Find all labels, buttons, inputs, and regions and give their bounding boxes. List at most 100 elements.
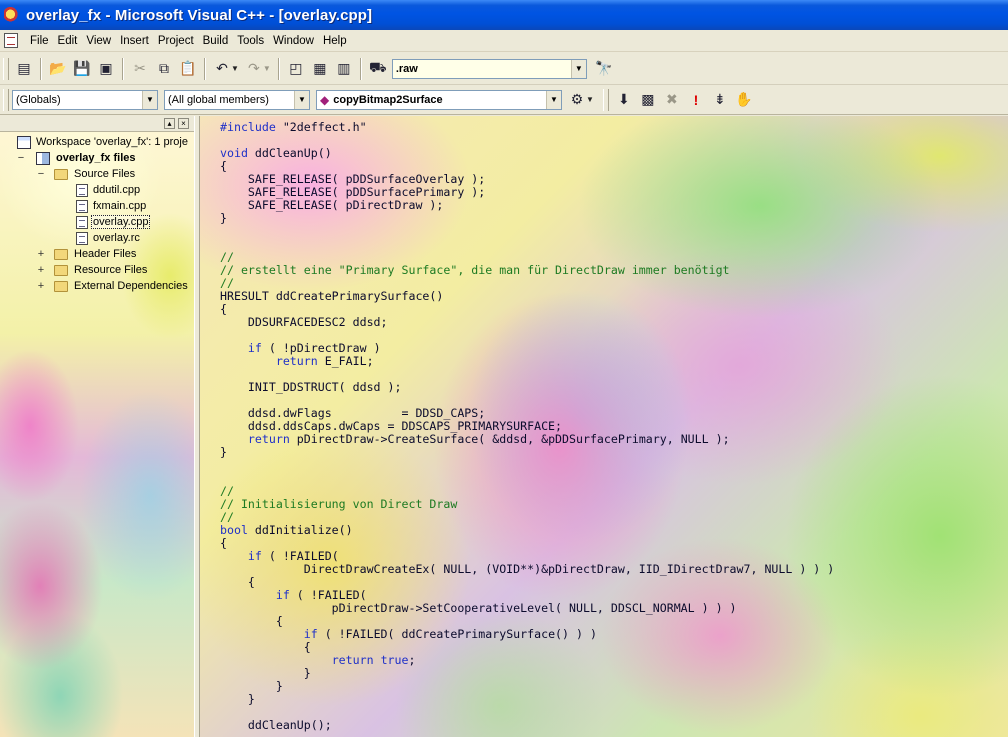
collapse-icon[interactable]: − bbox=[36, 168, 46, 180]
members-combo[interactable]: ◆ copyBitmap2Surface ▼ bbox=[316, 89, 562, 110]
code-line[interactable]: DDSURFACEDESC2 ddsd; bbox=[220, 315, 388, 329]
wizard-action-dropdown-icon[interactable]: ▼ bbox=[586, 95, 594, 104]
code-line[interactable]: { bbox=[220, 640, 311, 654]
code-line[interactable]: { bbox=[220, 302, 227, 316]
find-in-files-icon[interactable]: ⛟ bbox=[367, 58, 389, 80]
go-icon[interactable]: ⇟ bbox=[709, 89, 731, 111]
tree-file-overlay-cpp[interactable]: overlay.cpp bbox=[0, 214, 194, 230]
code-line[interactable]: { bbox=[220, 536, 227, 550]
output-window-icon[interactable]: ▦ bbox=[309, 58, 331, 80]
toolbar-grip[interactable] bbox=[602, 88, 609, 111]
open-folder-icon[interactable]: 📂 bbox=[47, 58, 69, 80]
minimize-pane-icon[interactable]: ▴ bbox=[164, 118, 175, 129]
menu-build[interactable]: Build bbox=[199, 33, 234, 49]
expand-icon[interactable]: + bbox=[36, 248, 46, 260]
paste-icon[interactable]: 📋 bbox=[177, 58, 199, 80]
menu-edit[interactable]: Edit bbox=[54, 33, 83, 49]
chevron-down-icon[interactable]: ▼ bbox=[142, 90, 157, 109]
code-line[interactable]: // Initialisierung von Direct Draw bbox=[220, 497, 457, 511]
code-line[interactable]: return true; bbox=[220, 653, 416, 667]
chevron-down-icon[interactable]: ▼ bbox=[570, 59, 586, 78]
code-line[interactable]: // erstellt eine "Primary Surface", die … bbox=[220, 263, 730, 277]
code-line[interactable]: // bbox=[220, 250, 234, 264]
workspace-icon[interactable]: ▤ bbox=[13, 58, 35, 80]
menu-tools[interactable]: Tools bbox=[233, 33, 269, 49]
code-line[interactable]: SAFE_RELEASE( pDDSurfaceOverlay ); bbox=[220, 172, 485, 186]
save-all-icon[interactable]: ▣ bbox=[95, 58, 117, 80]
tree-file-ddutil[interactable]: ddutil.cpp bbox=[0, 182, 194, 198]
menu-project[interactable]: Project bbox=[154, 33, 199, 49]
cut-icon[interactable]: ✂ bbox=[129, 58, 151, 80]
code-line[interactable]: // bbox=[220, 510, 234, 524]
compile-icon[interactable]: ⬇ bbox=[613, 89, 635, 111]
redo-icon[interactable]: ↷ bbox=[243, 58, 265, 80]
code-line[interactable]: HRESULT ddCreatePrimarySurface() bbox=[220, 289, 443, 303]
code-line[interactable]: if ( !FAILED( bbox=[220, 549, 339, 563]
build-icon[interactable]: ▩ bbox=[637, 89, 659, 111]
code-line[interactable]: ddCleanUp(); bbox=[220, 718, 332, 732]
chevron-down-icon[interactable]: ▼ bbox=[546, 90, 561, 109]
expand-icon[interactable]: + bbox=[36, 264, 46, 276]
stop-build-icon[interactable]: ✖ bbox=[661, 89, 683, 111]
code-line[interactable]: SAFE_RELEASE( pDirectDraw ); bbox=[220, 198, 443, 212]
code-line[interactable]: if ( !FAILED( ddCreatePrimarySurface() )… bbox=[220, 627, 597, 641]
breakpoint-icon[interactable]: ✋ bbox=[733, 89, 755, 111]
code-line[interactable]: ddsd.ddsCaps.dwCaps = DDSCAPS_PRIMARYSUR… bbox=[220, 419, 562, 433]
code-line[interactable]: SAFE_RELEASE( pDDSurfacePrimary ); bbox=[220, 185, 485, 199]
code-line[interactable]: } bbox=[220, 666, 311, 680]
save-icon[interactable]: 💾 bbox=[71, 58, 93, 80]
code-line[interactable]: { bbox=[220, 614, 283, 628]
class-combo[interactable]: (Globals) ▼ bbox=[12, 89, 158, 110]
tree-folder-external[interactable]: + External Dependencies bbox=[0, 278, 194, 294]
close-pane-icon[interactable]: × bbox=[178, 118, 189, 129]
execute-icon[interactable]: ! bbox=[685, 89, 707, 111]
code-line[interactable]: ddsd.dwFlags = DDSD_CAPS; bbox=[220, 406, 485, 420]
toolbar-grip[interactable] bbox=[3, 57, 9, 80]
code-line[interactable]: // bbox=[220, 276, 234, 290]
visual-cpp-app-icon[interactable] bbox=[4, 7, 20, 23]
search-icon[interactable]: 🔭 bbox=[593, 58, 615, 80]
undo-icon[interactable]: ↶ bbox=[211, 58, 233, 80]
find-combo[interactable]: .raw ▼ bbox=[391, 58, 587, 79]
tree-folder-source[interactable]: − Source Files bbox=[0, 166, 194, 182]
collapse-icon[interactable]: − bbox=[16, 152, 26, 164]
code-line[interactable]: #include "2deffect.h" bbox=[220, 120, 367, 134]
menu-insert[interactable]: Insert bbox=[116, 33, 154, 49]
toolbar-grip[interactable] bbox=[3, 88, 9, 111]
code-line[interactable]: } bbox=[220, 692, 255, 706]
tree-file-fxmain[interactable]: fxmain.cpp bbox=[0, 198, 194, 214]
tree-folder-resource[interactable]: + Resource Files bbox=[0, 262, 194, 278]
chevron-down-icon[interactable]: ▼ bbox=[294, 90, 309, 109]
source-code[interactable]: #include "2deffect.h" void ddCleanUp() {… bbox=[220, 121, 834, 732]
menu-window[interactable]: Window bbox=[269, 33, 319, 49]
code-line[interactable]: if ( !pDirectDraw ) bbox=[220, 341, 381, 355]
tree-file-overlay-rc[interactable]: overlay.rc bbox=[0, 230, 194, 246]
code-line[interactable]: // bbox=[220, 484, 234, 498]
tree-workspace-node[interactable]: Workspace 'overlay_fx': 1 proje bbox=[0, 134, 194, 150]
code-editor[interactable]: #include "2deffect.h" void ddCleanUp() {… bbox=[200, 116, 1008, 737]
undo-dropdown-icon[interactable]: ▼ bbox=[231, 64, 239, 73]
menu-help[interactable]: Help bbox=[319, 33, 352, 49]
code-line[interactable]: bool ddInitialize() bbox=[220, 523, 353, 537]
expand-icon[interactable]: + bbox=[36, 280, 46, 292]
tree-project-node[interactable]: − overlay_fx files bbox=[0, 150, 194, 166]
code-line[interactable]: return pDirectDraw->CreateSurface( &ddsd… bbox=[220, 432, 730, 446]
code-line[interactable]: } bbox=[220, 211, 227, 225]
code-line[interactable]: } bbox=[220, 679, 283, 693]
wizard-action-icon[interactable]: ⚙ bbox=[566, 89, 588, 111]
window-list-icon[interactable]: ▥ bbox=[333, 58, 355, 80]
code-line[interactable]: { bbox=[220, 575, 255, 589]
workspace-window-icon[interactable]: ◰ bbox=[285, 58, 307, 80]
code-line[interactable]: INIT_DDSTRUCT( ddsd ); bbox=[220, 380, 402, 394]
code-line[interactable]: { bbox=[220, 159, 227, 173]
code-line[interactable]: pDirectDraw->SetCooperativeLevel( NULL, … bbox=[220, 601, 737, 615]
code-line[interactable]: void ddCleanUp() bbox=[220, 146, 332, 160]
redo-dropdown-icon[interactable]: ▼ bbox=[263, 64, 271, 73]
code-line[interactable]: if ( !FAILED( bbox=[220, 588, 367, 602]
code-line[interactable]: return E_FAIL; bbox=[220, 354, 374, 368]
code-line[interactable]: } bbox=[220, 445, 227, 459]
tree-folder-header[interactable]: + Header Files bbox=[0, 246, 194, 262]
document-menu-icon[interactable] bbox=[4, 33, 18, 48]
filter-combo[interactable]: (All global members) ▼ bbox=[164, 89, 310, 110]
menu-file[interactable]: File bbox=[26, 33, 54, 49]
